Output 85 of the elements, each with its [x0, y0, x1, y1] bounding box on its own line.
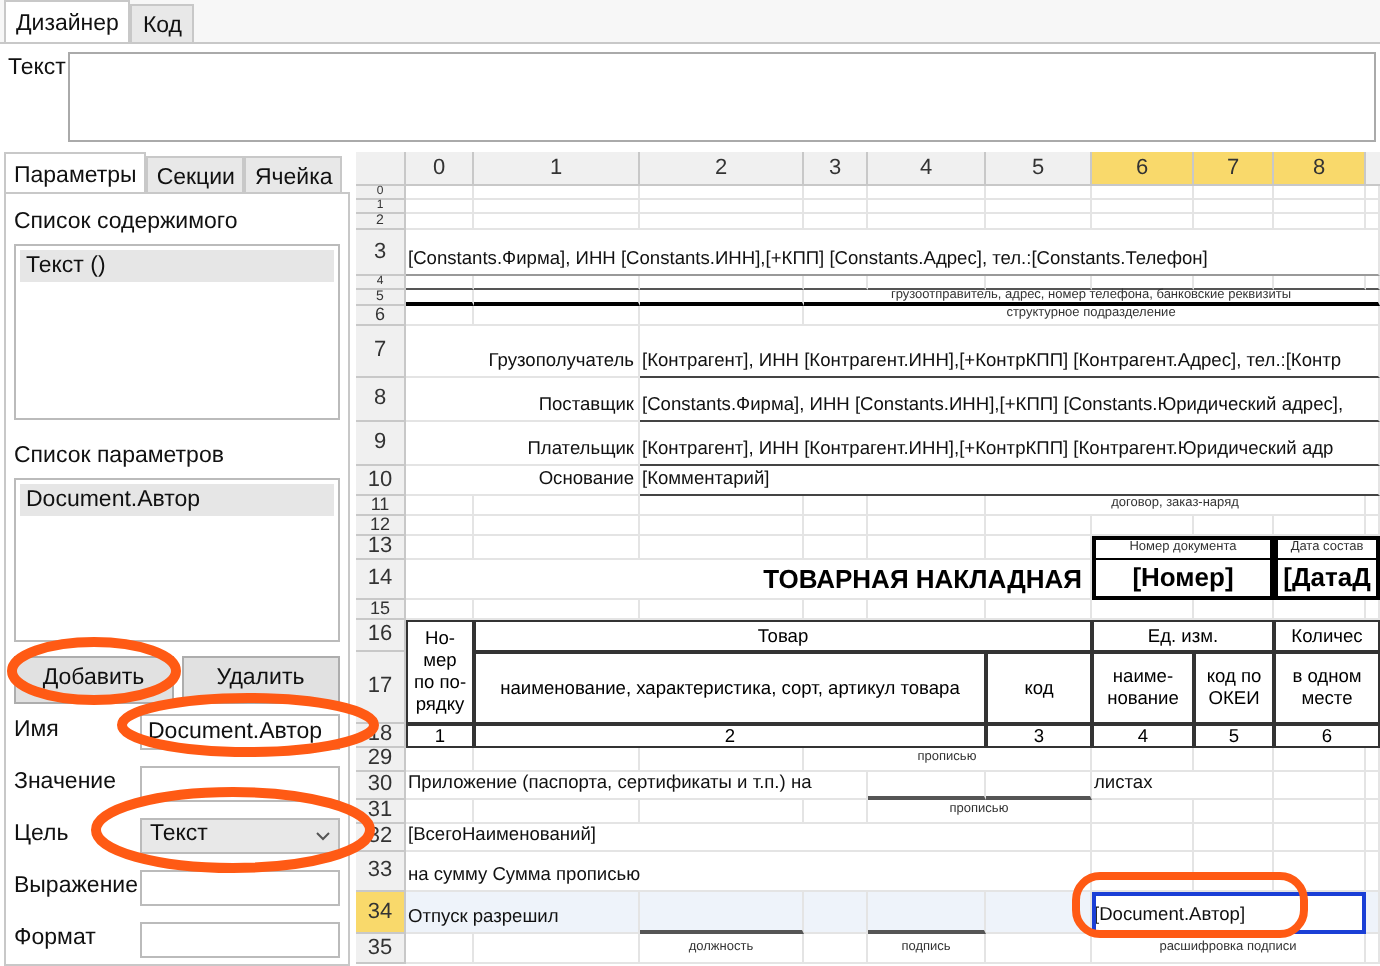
tab[interactable]: Параметры	[4, 152, 147, 192]
row-header[interactable]: 15	[356, 600, 406, 620]
section-title: Список содержимого	[14, 208, 240, 238]
sheet-cell[interactable]: на сумму Сумма прописью	[406, 852, 1092, 892]
row-header[interactable]: 6	[356, 306, 406, 326]
column-header[interactable]: 5	[986, 152, 1092, 186]
row-header[interactable]: 9	[356, 422, 406, 466]
row-header[interactable]: 10	[356, 466, 406, 496]
sheet-cell[interactable]: [Constants.Фирма], ИНН [Constants.ИНН],[+КПП] [Constants.Юридический адрес],	[640, 378, 1380, 422]
sheet-cell[interactable]: 6	[1274, 724, 1380, 748]
row-header[interactable]: 12	[356, 516, 406, 536]
sheet-cell[interactable]: 5	[1194, 724, 1274, 748]
row-header[interactable]: 17	[356, 652, 406, 724]
row-header[interactable]: 35	[356, 934, 406, 964]
sheet-cell[interactable]: Плательщик	[406, 422, 640, 466]
sheet-cell[interactable]: [Document.Автор]	[1092, 892, 1366, 934]
empty-cell[interactable]	[1366, 600, 1380, 620]
sheet-cell[interactable]: 1	[406, 724, 474, 748]
column-header[interactable]: 2	[640, 152, 804, 186]
sheet-cell[interactable]: [Constants.Фирма], ИНН [Constants.ИНН],[+КПП] [Constants.Адрес], тел.:[Constants.Телефон]	[406, 230, 1380, 276]
sheet-cell[interactable]: Отпуск разрешил	[406, 892, 640, 934]
sheet-cell[interactable]: [Контрагент], ИНН [Контрагент.ИНН],[+КонтрКПП] [Контрагент.Юридический адр	[640, 422, 1380, 466]
sheet-cell[interactable]: Количес	[1274, 620, 1380, 652]
tab[interactable]: Дизайнер	[4, 0, 131, 42]
chevron-down-icon	[316, 831, 330, 841]
sheet-cell[interactable]: Товар	[474, 620, 1092, 652]
row-header[interactable]: 11	[356, 496, 406, 516]
sheet-cell[interactable]: Приложение (паспорта, сертификаты и т.п.) на	[406, 772, 868, 800]
field-label: Значение	[14, 768, 118, 799]
sheet-cell[interactable]: код по ОКЕИ	[1194, 652, 1274, 724]
sheet-cell[interactable]: Поставщик	[406, 378, 640, 422]
field-label: Выражение	[14, 872, 136, 903]
row-header[interactable]: 33	[356, 852, 406, 892]
header-corner[interactable]	[356, 152, 406, 186]
column-header[interactable]: 1	[474, 152, 640, 186]
tab[interactable]: Секции	[146, 156, 245, 192]
sheet-cell[interactable]: Основание	[406, 466, 640, 496]
row-header[interactable]: 29	[356, 748, 406, 772]
sheet-cell[interactable]: [Комментарий]	[640, 466, 1380, 496]
text-area[interactable]	[68, 52, 1376, 142]
row-header[interactable]: 13	[356, 536, 406, 560]
sheet-cell[interactable]: Грузополучатель	[406, 326, 640, 378]
sheet-cell[interactable]: наиме- нование	[1092, 652, 1194, 724]
list-item[interactable]: Текст ()	[20, 250, 334, 282]
sheet-cell[interactable]: 3	[986, 724, 1092, 748]
input-field[interactable]	[140, 870, 340, 906]
row-header[interactable]: 16	[356, 620, 406, 652]
row-header[interactable]: 8	[356, 378, 406, 422]
tab[interactable]: Код	[130, 4, 195, 42]
input-field[interactable]	[140, 766, 340, 802]
sheet-cell[interactable]: Ед. изм.	[1092, 620, 1274, 652]
row-header[interactable]: 14	[356, 560, 406, 600]
sheet-cell[interactable]: 4	[1092, 724, 1194, 748]
sheet-cell[interactable]: [Контрагент], ИНН [Контрагент.ИНН],[+КонтрКПП] [Контрагент.Адрес], тел.:[Контр	[640, 326, 1380, 378]
field-label: Формат	[14, 924, 98, 955]
row-header[interactable]: 7	[356, 326, 406, 378]
column-header[interactable]: 6	[1092, 152, 1194, 186]
section-title: Список параметров	[14, 442, 226, 472]
sheet-cell[interactable]: [ДатаД	[1274, 560, 1380, 600]
sheet-cell[interactable]: ТОВАРНАЯ НАКЛАДНАЯ	[406, 560, 1092, 600]
field-label: Текст	[6, 54, 68, 84]
sheet-cell[interactable]: [Номер]	[1092, 560, 1274, 600]
field-label: Цель	[14, 820, 71, 851]
select-field[interactable]: Текст	[140, 818, 340, 854]
row-header[interactable]: 3	[356, 230, 406, 276]
field-label: Имя	[14, 716, 61, 747]
column-header[interactable]: 8	[1274, 152, 1366, 186]
column-header[interactable]: 4	[868, 152, 986, 186]
input-field[interactable]: Document.Автор	[140, 714, 340, 750]
sheet-cell[interactable]: в одном месте	[1274, 652, 1380, 724]
sheet-cell[interactable]: 2	[474, 724, 986, 748]
row-header[interactable]: 34	[356, 892, 406, 934]
column-header[interactable]: 0	[406, 152, 474, 186]
sheet-cell[interactable]: наименование, характеристика, сорт, артикул товара	[474, 652, 986, 724]
header-filler	[1366, 152, 1380, 186]
tab[interactable]: Ячейка	[244, 156, 343, 192]
row-header[interactable]: 30	[356, 772, 406, 800]
sheet-cell[interactable]: код	[986, 652, 1092, 724]
column-header[interactable]: 3	[804, 152, 868, 186]
list-item[interactable]: Document.Автор	[20, 484, 334, 516]
column-header[interactable]: 7	[1194, 152, 1274, 186]
input-field[interactable]	[140, 922, 340, 958]
sheet-cell[interactable]: [ВсегоНаименований]	[406, 824, 1092, 852]
sheet-cell[interactable]: листах	[1092, 772, 1274, 800]
sheet-cell[interactable]: Но- мер по по- рядку	[406, 620, 474, 724]
